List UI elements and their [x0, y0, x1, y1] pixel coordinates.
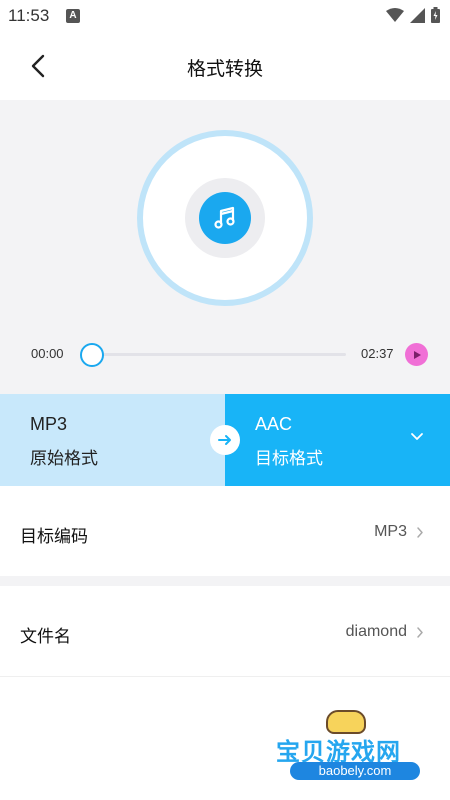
source-format-name: MP3 — [30, 414, 68, 434]
nav-bar: 格式转换 — [0, 32, 450, 100]
play-button[interactable] — [405, 343, 428, 366]
watermark-url: baobely.com — [290, 762, 420, 780]
chevron-right-icon — [417, 627, 423, 638]
target-encoding-row[interactable]: 目标编码 MP3 — [0, 488, 450, 576]
progress-row: 00:00 02:37 — [0, 340, 450, 370]
audio-player: 00:00 02:37 — [0, 100, 450, 394]
total-time: 02:37 — [361, 346, 394, 361]
notification-icon: A — [66, 9, 80, 23]
filename-label: 文件名 — [20, 627, 71, 646]
filename-row[interactable]: 文件名 diamond — [0, 588, 450, 676]
target-format-label: 目标格式 — [255, 449, 323, 468]
chevron-right-icon — [417, 527, 423, 538]
chevron-down-icon — [411, 433, 423, 440]
source-format-panel: MP3 原始格式 — [0, 394, 225, 486]
wifi-icon — [386, 7, 404, 22]
watermark-logo: 宝贝游戏网 baobely.com — [270, 710, 430, 790]
status-time: 11:53 — [8, 6, 50, 25]
progress-thumb[interactable] — [80, 343, 104, 367]
music-note-icon — [214, 206, 235, 229]
convert-arrow — [210, 425, 240, 455]
filename-value: diamond — [345, 623, 407, 640]
target-format-panel[interactable]: AAC 目标格式 — [225, 394, 450, 486]
target-format-name: AAC — [255, 414, 293, 434]
signal-icon — [410, 7, 425, 23]
source-format-label: 原始格式 — [30, 449, 98, 468]
progress-track[interactable] — [92, 353, 346, 356]
target-encoding-value: MP3 — [374, 523, 407, 540]
mascot-icon — [326, 710, 366, 734]
status-icons — [386, 7, 440, 23]
status-bar: 11:53 A — [0, 0, 450, 32]
disc-plate — [185, 178, 265, 258]
format-selector: MP3 原始格式 AAC 目标格式 — [0, 394, 450, 486]
target-encoding-label: 目标编码 — [20, 527, 88, 546]
current-time: 00:00 — [31, 346, 64, 361]
album-disc — [137, 130, 313, 306]
play-icon — [413, 350, 421, 359]
battery-icon — [431, 7, 440, 23]
music-note-badge — [199, 192, 251, 244]
page-title: 格式转换 — [186, 59, 263, 80]
section-divider — [0, 576, 450, 586]
row-divider — [0, 676, 450, 677]
arrow-right-icon — [218, 435, 231, 445]
